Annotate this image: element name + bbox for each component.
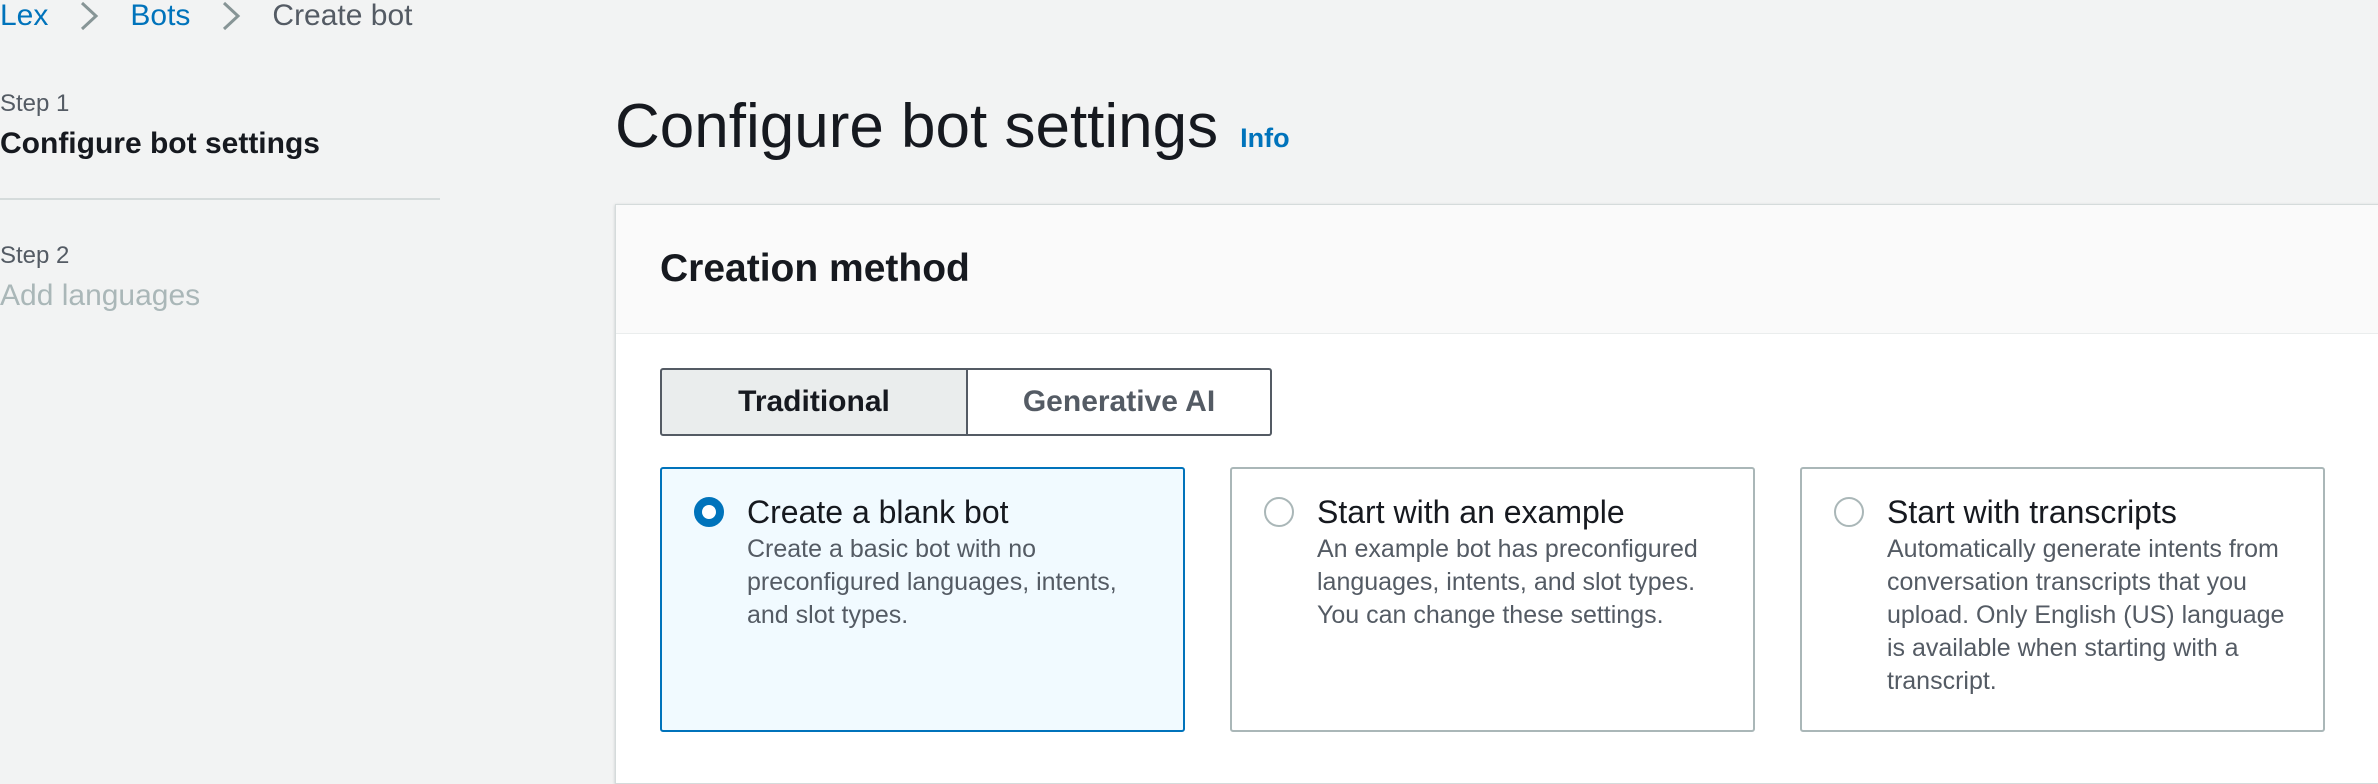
chevron-right-icon <box>81 1 99 31</box>
breadcrumb-link-bots[interactable]: Bots <box>130 0 190 33</box>
page-title: Configure bot settings <box>615 92 1219 161</box>
segment-traditional[interactable]: Traditional <box>660 368 968 436</box>
tile-create-blank-bot[interactable]: Create a blank bot Create a basic bot wi… <box>660 467 1185 732</box>
container-header: Creation method <box>616 205 2378 334</box>
radio-checked-icon[interactable] <box>694 497 724 527</box>
step-1-title: Configure bot settings <box>0 127 320 160</box>
info-link[interactable]: Info <box>1240 123 1289 154</box>
wizard-steps-nav: Step 1 Configure bot settings Step 2 Add… <box>0 88 440 316</box>
radio-unchecked-icon[interactable] <box>1834 497 1864 527</box>
tile-text: Start with transcripts Automatically gen… <box>1887 493 2299 698</box>
breadcrumb: Lex Bots Create bot <box>0 0 413 36</box>
tile-title: Start with transcripts <box>1887 494 2177 530</box>
creation-option-tiles: Create a blank bot Create a basic bot wi… <box>660 467 2325 732</box>
page-header: Configure bot settings Info <box>615 90 1290 164</box>
tile-text: Start with an example An example bot has… <box>1317 493 1729 632</box>
tile-title: Start with an example <box>1317 494 1625 530</box>
tile-start-with-example[interactable]: Start with an example An example bot has… <box>1230 467 1755 732</box>
tile-title: Create a blank bot <box>747 494 1009 530</box>
breadcrumb-link-lex[interactable]: Lex <box>0 0 48 33</box>
tile-description: Automatically generate intents from conv… <box>1887 535 2285 695</box>
tile-text: Create a blank bot Create a basic bot wi… <box>747 493 1159 632</box>
breadcrumb-current: Create bot <box>272 0 413 32</box>
wizard-step-2: Step 2 Add languages <box>0 240 440 316</box>
segment-generative-ai[interactable]: Generative AI <box>968 368 1272 436</box>
wizard-step-1[interactable]: Step 1 Configure bot settings <box>0 88 440 164</box>
creation-method-title: Creation method <box>660 247 970 290</box>
radio-unchecked-icon[interactable] <box>1264 497 1294 527</box>
tile-description: An example bot has preconfigured languag… <box>1317 535 1698 629</box>
creation-method-segmented-control: Traditional Generative AI <box>660 368 1272 436</box>
tile-description: Create a basic bot with no preconfigured… <box>747 535 1117 629</box>
step-divider <box>0 198 440 200</box>
step-2-title: Add languages <box>0 279 201 312</box>
creation-method-container: Creation method Traditional Generative A… <box>615 204 2378 784</box>
step-2-label: Step 2 <box>0 242 70 269</box>
tile-start-with-transcripts[interactable]: Start with transcripts Automatically gen… <box>1800 467 2325 732</box>
chevron-right-icon <box>223 1 241 31</box>
step-1-label: Step 1 <box>0 90 70 117</box>
